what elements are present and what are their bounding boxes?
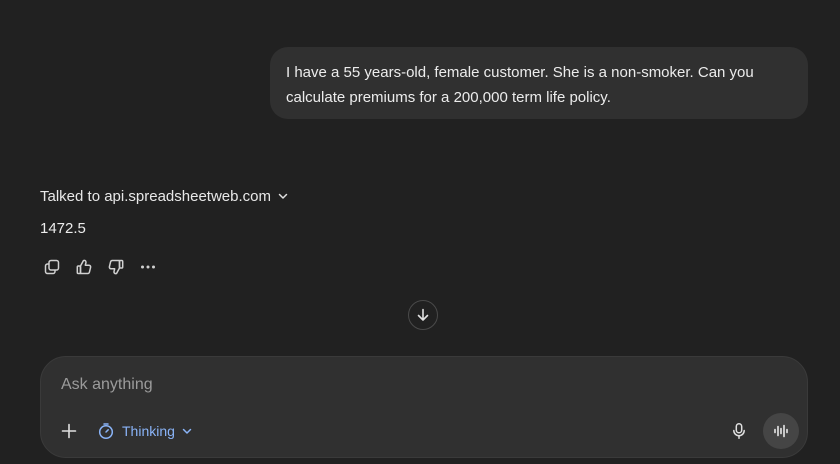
scroll-to-bottom-button[interactable]	[408, 300, 438, 330]
microphone-icon	[730, 422, 748, 440]
assistant-answer: 1472.5	[40, 220, 86, 237]
waveform-icon	[772, 422, 790, 440]
dictate-button[interactable]	[725, 417, 753, 445]
message-actions	[36, 253, 164, 281]
timer-icon	[97, 422, 115, 440]
arrow-down-icon	[415, 307, 431, 323]
thinking-mode-selector[interactable]: Thinking	[91, 416, 199, 446]
tool-call-toggle[interactable]: Talked to api.spreadsheetweb.com	[40, 185, 289, 207]
user-message-bubble: I have a 55 years-old, female customer. …	[270, 47, 808, 119]
user-message-text: I have a 55 years-old, female customer. …	[286, 64, 754, 106]
plus-icon	[60, 422, 78, 440]
copy-button[interactable]	[36, 253, 68, 281]
more-button[interactable]	[132, 253, 164, 281]
more-icon	[139, 258, 157, 276]
thumbs-up-icon	[75, 258, 93, 276]
tool-call-label: Talked to api.spreadsheetweb.com	[40, 187, 271, 205]
thumbs-up-button[interactable]	[68, 253, 100, 281]
chat-page: I have a 55 years-old, female customer. …	[0, 0, 840, 464]
add-attachment-button[interactable]	[55, 417, 83, 445]
voice-mode-button[interactable]	[763, 413, 799, 449]
thumbs-down-button[interactable]	[100, 253, 132, 281]
copy-icon	[43, 258, 61, 276]
prompt-input[interactable]	[61, 373, 701, 397]
chevron-down-icon	[277, 190, 289, 202]
thinking-mode-label: Thinking	[122, 423, 175, 439]
composer: Thinking	[40, 356, 808, 458]
chevron-down-icon	[181, 425, 193, 437]
thumbs-down-icon	[107, 258, 125, 276]
